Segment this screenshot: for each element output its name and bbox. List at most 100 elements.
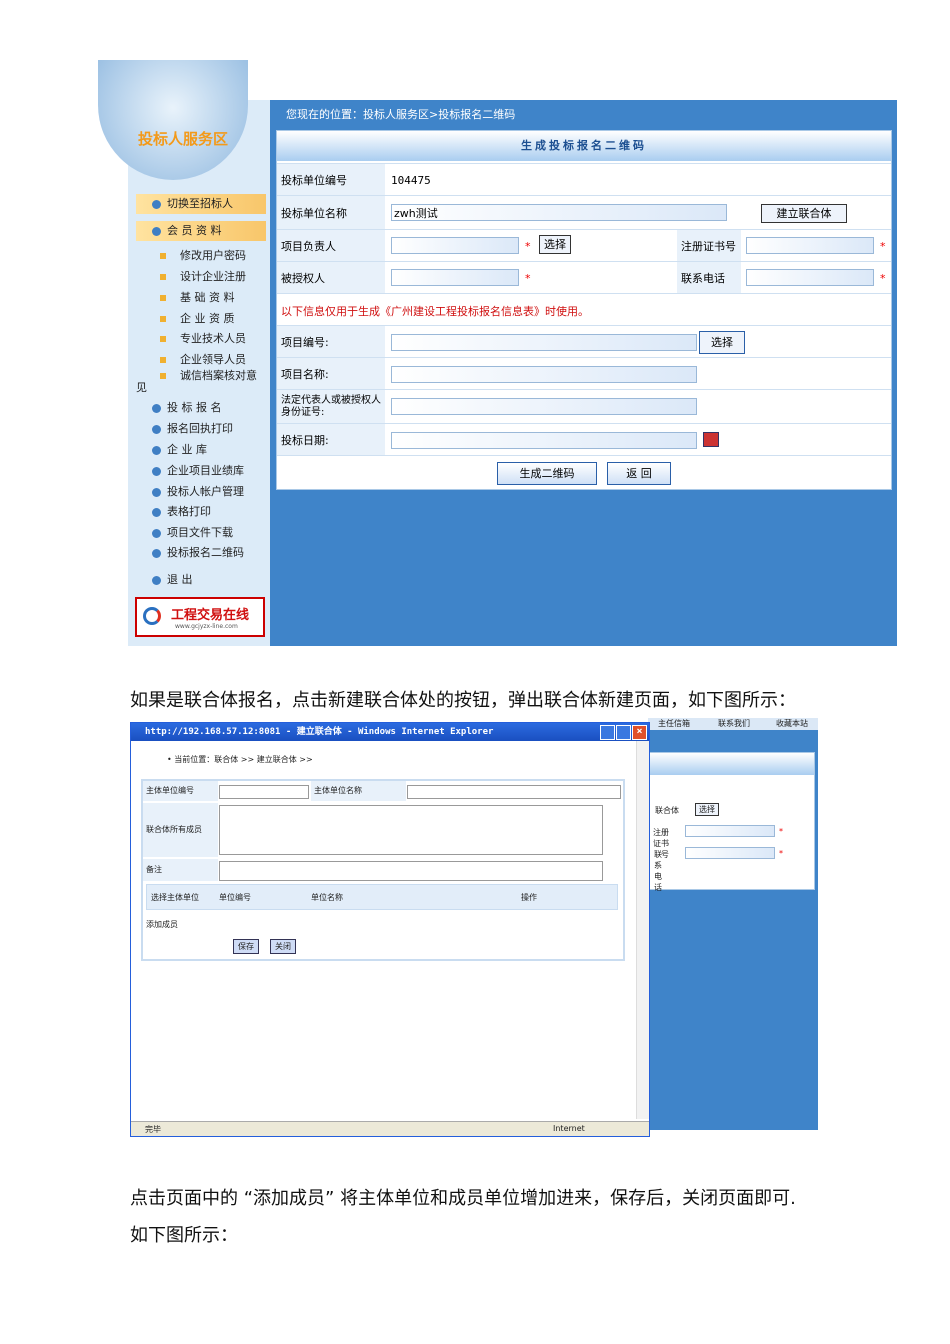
members-label: 联合体所有成员 <box>143 803 218 857</box>
column-header: 操作 <box>521 893 537 902</box>
manager-label: 项目负责人 <box>277 230 385 262</box>
bullet-icon <box>160 316 166 322</box>
sidebar-header-decoration <box>98 60 248 180</box>
row-authorized: 被授权人 * 联系电话 * <box>277 261 891 294</box>
breadcrumb: 您现在的位置：投标人服务区>投标报名二维码 <box>286 108 516 121</box>
id-label: 法定代表人或被授权人身份证号: <box>277 390 385 424</box>
main-name-input[interactable] <box>407 785 621 799</box>
sidebar-item[interactable]: 投 标 报 名 <box>136 398 266 418</box>
window-title: http://192.168.57.12:8081 - 建立联合体 - Wind… <box>145 727 494 737</box>
bg-link[interactable]: 主任信箱 <box>658 718 690 729</box>
arrow-circle-icon <box>152 403 161 413</box>
generate-qrcode-button[interactable]: 生成二维码 <box>497 462 597 485</box>
logo: 工程交易在线 www.gcjyzx-line.com <box>135 597 265 637</box>
remark-textarea[interactable] <box>219 861 603 881</box>
sidebar-item[interactable]: 投标报名二维码 <box>136 543 266 563</box>
required-mark: * <box>880 240 886 253</box>
create-consortium-button[interactable]: 建立联合体 <box>761 204 847 223</box>
bg-label: 联合体 <box>655 806 679 815</box>
unit-name-input[interactable]: zwh测试 <box>391 204 727 221</box>
sidebar-item[interactable]: 修改用户密码 <box>136 246 266 266</box>
members-textarea[interactable] <box>219 805 603 855</box>
project-select-button[interactable]: 选择 <box>699 331 745 354</box>
row-unit-no: 投标单位编号 104475 <box>277 163 891 196</box>
bg-link[interactable]: 收藏本站 <box>776 718 808 729</box>
sidebar-item[interactable]: 表格打印 <box>136 502 266 522</box>
bullet-icon <box>160 253 166 259</box>
authorized-label: 被授权人 <box>277 262 385 294</box>
minimize-icon[interactable] <box>600 725 615 740</box>
column-header: 单位编号 <box>219 893 251 902</box>
sidebar-item[interactable]: 企业项目业绩库 <box>136 461 266 481</box>
remark-label: 备注 <box>143 859 218 881</box>
close-icon[interactable]: × <box>632 725 647 740</box>
arrow-circle-icon <box>152 487 161 497</box>
phone-label: 联系电话 <box>677 262 741 294</box>
authorized-input[interactable] <box>391 269 519 286</box>
sidebar-item-label: 投 标 报 名 <box>167 401 222 414</box>
sidebar-item[interactable]: 企 业 库 <box>136 440 266 460</box>
row-notice: 以下信息仅用于生成《广州建设工程投标报名信息表》时使用。 <box>277 293 891 326</box>
bg-select-button[interactable]: 选择 <box>695 803 719 816</box>
sidebar-item-label: 企 业 库 <box>167 443 207 456</box>
sidebar-item-label: 退 出 <box>167 573 193 586</box>
paragraph-add-member: 点击页面中的 “添加成员” 将主体单位和成员单位增加进来，保存后，关闭页面即可. <box>130 1188 796 1209</box>
main-no-input[interactable] <box>219 785 309 799</box>
arrow-circle-icon <box>152 548 161 558</box>
breadcrumb-text: 当前位置：联合体 >> 建立联合体 >> <box>174 755 313 764</box>
notice-text: 以下信息仅用于生成《广州建设工程投标报名信息表》时使用。 <box>281 305 589 318</box>
cert-input[interactable] <box>746 237 874 254</box>
bullet-icon <box>160 373 166 379</box>
background-page: 主任信箱 联系我们 收藏本站 联合体 选择 注册证书号 * 联系电话 * <box>648 718 818 1130</box>
sidebar-item-label: 会 员 资 料 <box>167 224 222 237</box>
window-titlebar: http://192.168.57.12:8081 - 建立联合体 - Wind… <box>131 723 649 741</box>
required-mark: * <box>880 272 886 285</box>
logo-icon <box>143 607 161 625</box>
sidebar-item[interactable]: 退 出 <box>136 570 266 590</box>
date-label: 投标日期: <box>277 424 385 456</box>
save-button[interactable]: 保存 <box>233 939 259 954</box>
sidebar-item[interactable]: 切换至招标人 <box>136 194 266 214</box>
arrow-circle-icon <box>152 507 161 517</box>
close-button[interactable]: 关闭 <box>270 939 296 954</box>
cert-label: 注册证书号 <box>677 230 741 262</box>
bg-input[interactable] <box>685 847 775 859</box>
project-name-input[interactable] <box>391 366 697 383</box>
consortium-form: 主体单位编号 主体单位名称 联合体所有成员 备注 选择主体单位 单位编号 单位名… <box>141 779 625 961</box>
sidebar-item[interactable]: 诚信档案核对意见 <box>136 370 266 394</box>
popup-breadcrumb: • 当前位置：联合体 >> 建立联合体 >> <box>167 755 313 764</box>
manager-input[interactable] <box>391 237 519 254</box>
date-input[interactable] <box>391 432 697 449</box>
sidebar-item[interactable]: 项目文件下载 <box>136 523 266 543</box>
phone-input[interactable] <box>746 269 874 286</box>
sidebar-title: 投标人服务区 <box>138 130 229 148</box>
sidebar-item-label: 企业领导人员 <box>180 353 246 366</box>
sidebar-item[interactable]: 基 础 资 料 <box>136 288 266 308</box>
id-input[interactable] <box>391 398 697 415</box>
sidebar-item-label: 基 础 资 料 <box>180 291 235 304</box>
members-table-header: 选择主体单位 单位编号 单位名称 操作 <box>146 884 618 910</box>
sidebar-item[interactable]: 设计企业注册 <box>136 267 266 287</box>
sidebar-item-label: 项目文件下载 <box>167 526 233 539</box>
bg-link[interactable]: 联系我们 <box>718 718 750 729</box>
maximize-icon[interactable] <box>616 725 631 740</box>
calendar-icon[interactable] <box>703 432 719 447</box>
sidebar-item[interactable]: 报名回执打印 <box>136 419 266 439</box>
add-member-link[interactable]: 添加成员 <box>146 919 178 930</box>
manager-select-button[interactable]: 选择 <box>539 235 571 254</box>
scrollbar[interactable] <box>636 741 649 1119</box>
sidebar-item[interactable]: 专业技术人员 <box>136 329 266 349</box>
bg-input[interactable] <box>685 825 775 837</box>
sidebar-item[interactable]: 企 业 资 质 <box>136 309 266 329</box>
bg-panel: 联合体 选择 注册证书号 * 联系电话 * <box>648 752 815 892</box>
sidebar-item[interactable]: 企业领导人员 <box>136 350 266 370</box>
sidebar-item[interactable]: 会 员 资 料 <box>136 221 266 241</box>
back-button[interactable]: 返 回 <box>607 462 671 485</box>
project-no-input[interactable] <box>391 334 697 351</box>
ie-popup-window: http://192.168.57.12:8081 - 建立联合体 - Wind… <box>130 722 650 1137</box>
project-name-label: 项目名称: <box>277 358 385 390</box>
sidebar-item-label: 切换至招标人 <box>167 197 233 210</box>
required-mark: * <box>525 272 531 285</box>
sidebar-item-label: 设计企业注册 <box>180 270 246 283</box>
sidebar-item[interactable]: 投标人帐户管理 <box>136 482 266 502</box>
